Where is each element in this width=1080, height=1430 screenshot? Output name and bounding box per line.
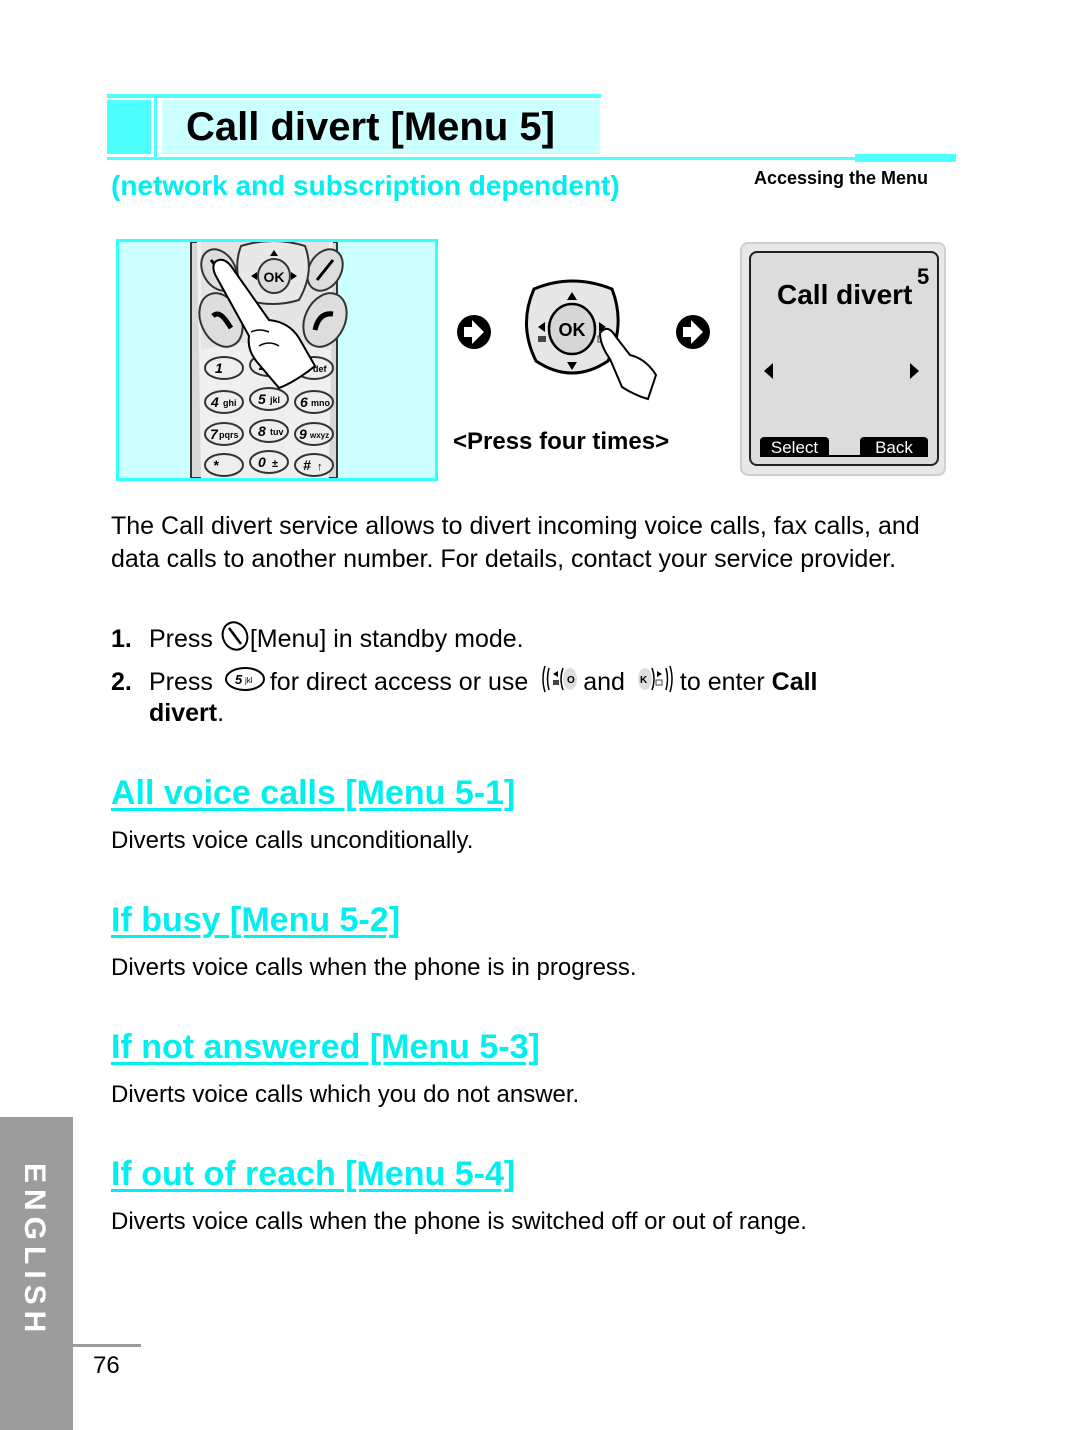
screen-back-softkey: Back [860,437,928,457]
svg-text:9: 9 [299,426,307,442]
title-accent-square [107,100,151,154]
step-number: 2. [111,668,132,697]
step-2-continuation: divert. [149,697,224,730]
svg-text:#: # [303,457,311,473]
screen-menu-number: 5 [917,264,930,289]
step-text: [Menu] in standby mode. [249,625,524,654]
ok-label: OK [559,320,586,340]
page-number: 76 [93,1352,120,1379]
arrow-right-icon [457,315,491,349]
step-text: for direct access or use [269,668,529,697]
section-heading-if-busy: If busy [Menu 5-2] [111,901,401,939]
title-rule-tab [855,154,956,162]
navigation-key-illustration: OK [450,275,720,415]
press-instruction: <Press four times> [453,428,670,455]
svg-text:↑: ↑ [317,461,323,473]
step-text: Press [149,668,213,697]
svg-text:O: O [567,675,575,686]
section-label: Accessing the Menu [754,168,929,188]
svg-text:pqrs: pqrs [219,430,239,440]
svg-text:1: 1 [215,360,223,376]
step-menu-name: divert [149,699,218,727]
title-separator [154,98,157,158]
section-heading-if-not-answered: If not answered [Menu 5-3] [111,1028,540,1066]
step-1: 1. Press [Menu] in standby mode. [111,620,524,661]
phone-keypad-illustration: OK 1 2 3def 4ghi 5jkl 6mno [116,239,438,481]
svg-text:K: K [640,675,648,686]
step-menu-name: Call [771,668,818,697]
svg-text:8: 8 [258,423,266,439]
svg-text:6: 6 [300,394,308,410]
nav-right-key-icon: K [637,664,674,703]
step-number: 1. [111,625,132,654]
svg-text:4: 4 [210,394,219,410]
page-title: Call divert [Menu 5] [186,105,555,149]
screen-right-arrow-icon [910,363,919,379]
page-subtitle: (network and subscription dependent) [111,170,620,201]
svg-text:tuv: tuv [270,427,284,437]
svg-text:mno: mno [311,398,331,408]
phone-keypad-icon: OK 1 2 3def 4ghi 5jkl 6mno [190,242,348,478]
arrow-right-icon [676,315,710,349]
step-text: to enter [679,668,765,697]
svg-text:wxyz: wxyz [309,431,329,440]
step-text: and [583,668,625,697]
language-tab-text: ENGLISH [18,1163,51,1339]
svg-text:7: 7 [210,426,219,442]
svg-text:*: * [213,457,219,473]
svg-text:5: 5 [258,391,266,407]
svg-text:jkl: jkl [244,676,253,685]
title-top-rule [107,94,601,98]
page-number-rule [73,1344,141,1347]
svg-text:jkl: jkl [269,395,280,405]
svg-text:ghi: ghi [223,398,237,408]
title-bottom-rule [107,157,955,160]
screen-softkey-bar [829,455,860,457]
key-5-icon: 5 jkl [224,666,266,701]
screen-title: Call divert [777,279,913,310]
ok-label: OK [264,269,285,285]
section-description: Diverts voice calls when the phone is in… [111,954,637,981]
svg-text:5: 5 [235,672,243,687]
keypad-row-3: 7 pqrs 8 tuv 9 wxyz [204,419,334,446]
menu-softkey-icon [220,620,250,661]
svg-text:0: 0 [258,454,266,470]
screen-left-arrow-icon [764,363,773,379]
nav-left-key-icon: O [541,664,578,703]
step-text: Press [149,625,213,654]
step-text: . [217,699,225,727]
language-tab-label: ENGLISH [17,1163,57,1383]
section-description: Diverts voice calls which you do not ans… [111,1081,580,1108]
keypad-row-4: * 0 ± # ↑ [204,450,334,477]
keypad-row-2: 4 ghi 5 jkl 6 mno [204,387,334,414]
nav-key-icon: OK [524,279,658,401]
section-description: Diverts voice calls unconditionally. [111,827,474,854]
section-description: Diverts voice calls when the phone is sw… [111,1208,807,1235]
screen-select-softkey: Select [760,437,829,457]
svg-text:±: ± [272,458,278,470]
section-heading-if-out-of-reach: If out of reach [Menu 5-4] [111,1155,516,1193]
intro-paragraph: The Call divert service allows to divert… [111,512,920,573]
section-heading-all-voice-calls: All voice calls [Menu 5-1] [111,774,516,812]
